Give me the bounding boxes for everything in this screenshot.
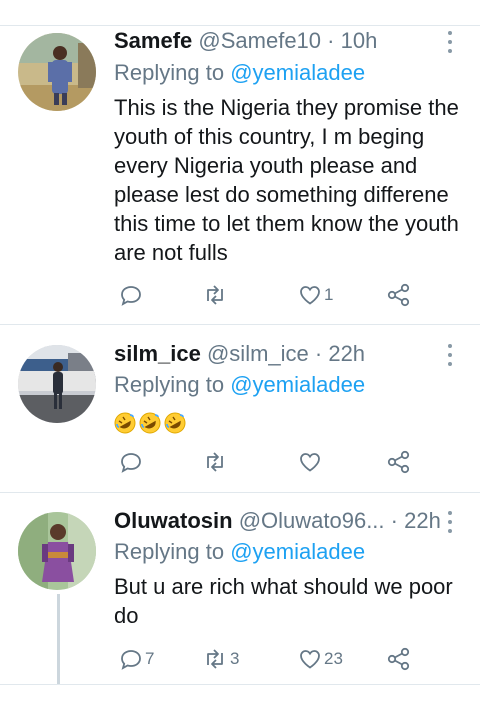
timestamp[interactable]: · 10h [327, 28, 377, 53]
replying-to-handle-link[interactable]: @yemialadee [230, 539, 365, 564]
tweet-text: But u are rich what should we poor do [114, 572, 474, 630]
display-name[interactable]: Oluwatosin [114, 508, 233, 533]
avatar[interactable] [18, 512, 96, 590]
avatar-photo [18, 33, 96, 111]
tweet-text-line: are not fulls [114, 240, 228, 265]
replying-to-label: Replying to [114, 372, 225, 397]
thread-connector-line [57, 594, 60, 684]
like-count: 23 [324, 649, 343, 668]
top-divider [0, 25, 480, 26]
tweet-actions [114, 447, 474, 477]
tweet-text-line: this time to let them know the youth [114, 211, 459, 236]
user-handle[interactable]: @silm_ice [207, 341, 309, 366]
tweet-header: silm_ice @silm_ice · 22h [114, 341, 365, 367]
more-icon[interactable] [444, 511, 456, 533]
retweet-count: 3 [230, 649, 240, 668]
share-button[interactable] [386, 280, 412, 310]
like-button[interactable] [298, 447, 324, 477]
like-button[interactable]: 1 [298, 280, 333, 310]
reply-count: 7 [145, 649, 155, 668]
tweet-text: This is the Nigeria they promise the you… [114, 93, 474, 267]
avatar-photo [18, 345, 96, 423]
tweet-header: Oluwatosin @Oluwato96... · 22h [114, 508, 441, 534]
user-handle[interactable]: @Samefe10 [198, 28, 321, 53]
timestamp[interactable]: · 22h [315, 341, 365, 366]
retweet-button[interactable] [202, 447, 230, 477]
tweet-divider [0, 324, 480, 325]
reply-button[interactable] [119, 280, 145, 310]
tweet-text-line: every Nigeria youth please and [114, 153, 418, 178]
retweet-icon [207, 452, 223, 472]
tweet-divider [0, 684, 480, 685]
replying-to: Replying to @yemialadee [114, 60, 365, 86]
like-count: 1 [324, 285, 334, 304]
tweet-header: Samefe @Samefe10 · 10h [114, 28, 377, 54]
replying-to-label: Replying to [114, 539, 225, 564]
tweet-text-line: But u are rich what should we poor [114, 574, 453, 599]
share-button[interactable] [386, 447, 412, 477]
replying-to-label: Replying to [114, 60, 225, 85]
retweet-icon [207, 649, 223, 669]
tweet-actions: 7 3 23 [114, 644, 474, 674]
tweet-divider [0, 492, 480, 493]
like-icon [300, 650, 320, 669]
reply-icon [121, 286, 141, 306]
more-icon[interactable] [444, 344, 456, 366]
like-icon [300, 286, 320, 305]
display-name[interactable]: Samefe [114, 28, 192, 53]
share-button[interactable] [386, 644, 412, 674]
tweet-actions: 1 [114, 280, 474, 310]
tweet-text-line: youth of this country, I m beging [114, 124, 425, 149]
share-icon [387, 450, 410, 474]
replying-to: Replying to @yemialadee [114, 539, 365, 565]
retweet-icon [207, 285, 223, 305]
reply-icon [121, 453, 141, 473]
timestamp[interactable]: · 22h [391, 508, 441, 533]
avatar-photo [18, 512, 96, 590]
like-button[interactable]: 23 [298, 644, 343, 674]
reply-button[interactable] [119, 447, 145, 477]
share-icon [387, 283, 410, 307]
avatar[interactable] [18, 345, 96, 423]
rolling-on-floor-laughing-icon [114, 412, 136, 434]
like-icon [300, 453, 320, 472]
more-icon[interactable] [444, 31, 456, 53]
retweet-button[interactable] [202, 280, 230, 310]
reply-icon [121, 650, 141, 670]
replying-to-handle-link[interactable]: @yemialadee [230, 372, 365, 397]
rolling-on-floor-laughing-icon [164, 412, 186, 434]
retweet-button[interactable]: 3 [202, 644, 239, 674]
avatar[interactable] [18, 33, 96, 111]
replying-to: Replying to @yemialadee [114, 372, 365, 398]
share-icon [387, 647, 410, 671]
rolling-on-floor-laughing-icon [139, 412, 161, 434]
user-handle[interactable]: @Oluwato96... [239, 508, 385, 533]
tweet-text-line: please lest do something differene [114, 182, 449, 207]
reply-button[interactable]: 7 [119, 644, 154, 674]
tweet-text-line: This is the Nigeria they promise the [114, 95, 459, 120]
tweet-text-line: do [114, 603, 139, 628]
display-name[interactable]: silm_ice [114, 341, 201, 366]
tweet-text [114, 407, 474, 436]
replying-to-handle-link[interactable]: @yemialadee [230, 60, 365, 85]
